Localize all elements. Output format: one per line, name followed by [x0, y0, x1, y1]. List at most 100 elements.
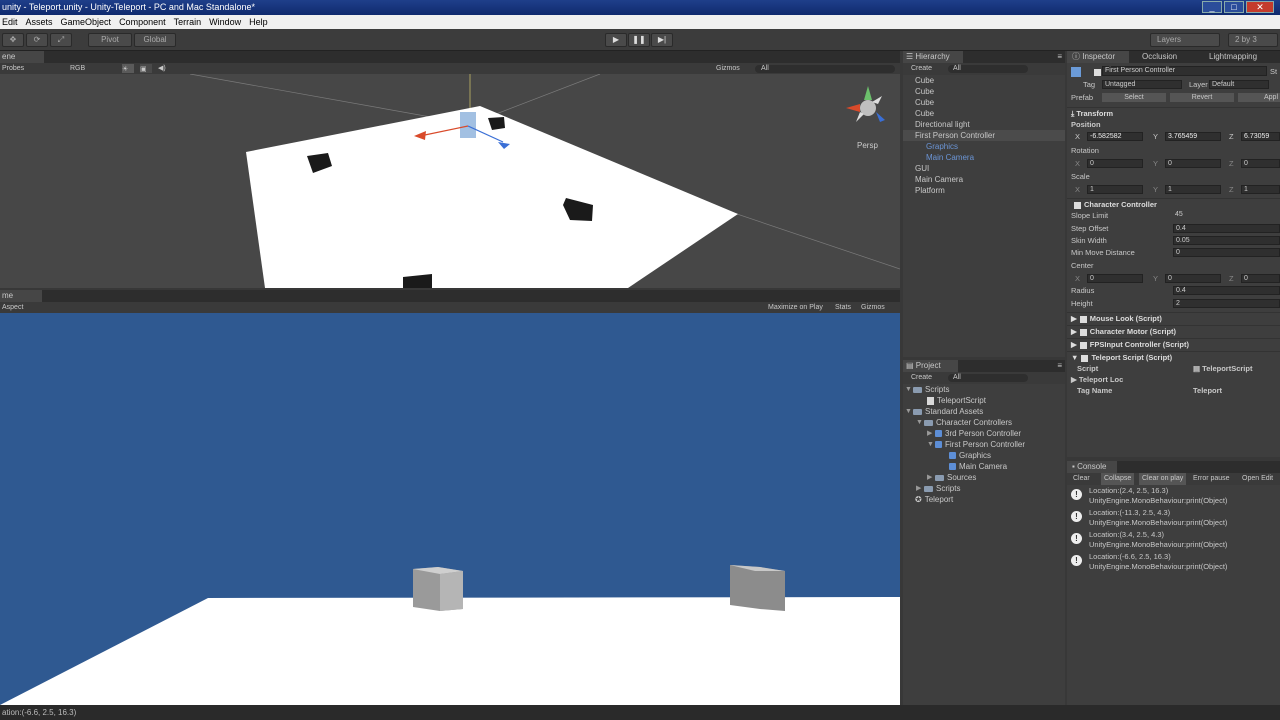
menu-component[interactable]: Component	[117, 15, 172, 29]
scene-viewport[interactable]: Persp	[0, 74, 900, 288]
move-tool-button[interactable]: ✥	[2, 33, 24, 47]
hierarchy-item[interactable]: Main Camera	[903, 152, 1065, 163]
game-viewport[interactable]	[0, 313, 900, 705]
project-item[interactable]: TeleportScript	[903, 395, 1065, 406]
hierarchy-item[interactable]: Main Camera	[903, 174, 1065, 185]
hierarchy-item-selected[interactable]: First Person Controller	[903, 130, 1065, 141]
tag-name-field[interactable]: Teleport	[1193, 385, 1222, 396]
tab-occlusion[interactable]: Occlusion	[1142, 51, 1177, 63]
layout-dropdown[interactable]: 2 by 3	[1228, 33, 1278, 47]
transform-header[interactable]: ⤓ Transform	[1067, 107, 1280, 119]
project-item[interactable]: ▼ Scripts	[903, 384, 1065, 395]
scale-z-field[interactable]: 1	[1241, 185, 1280, 194]
fpsinput-controller-header[interactable]: ▶ FPSInput Controller (Script)	[1067, 338, 1280, 350]
project-item[interactable]: Graphics	[903, 450, 1065, 461]
maximize-button[interactable]: □	[1224, 1, 1244, 13]
tag-dropdown[interactable]: Untagged	[1102, 80, 1182, 89]
tab-game[interactable]: me	[0, 290, 42, 302]
component-checkbox[interactable]	[1079, 341, 1087, 349]
rotation-y-field[interactable]: 0	[1165, 159, 1221, 168]
menu-help[interactable]: Help	[247, 15, 274, 29]
active-checkbox[interactable]	[1094, 68, 1101, 76]
console-clear-on-play-button[interactable]: Clear on play	[1139, 473, 1187, 485]
tab-project[interactable]: ▤ Project	[903, 360, 958, 372]
tab-inspector[interactable]: ⓘ Inspector	[1067, 51, 1129, 63]
hierarchy-item[interactable]: GUI	[903, 163, 1065, 174]
tab-lightmapping[interactable]: Lightmapping	[1209, 51, 1257, 63]
render-mode-dropdown[interactable]: RGB	[70, 63, 85, 74]
skin-width-field[interactable]: 0.05	[1173, 236, 1280, 245]
position-y-field[interactable]: 3.765459	[1165, 132, 1221, 141]
scene-lighting-toggle[interactable]: ☀	[122, 64, 134, 73]
menu-window[interactable]: Window	[207, 15, 247, 29]
center-z-field[interactable]: 0	[1241, 274, 1280, 283]
panel-menu-icon[interactable]: ≡	[1057, 361, 1062, 370]
rotation-z-field[interactable]: 0	[1241, 159, 1280, 168]
project-item[interactable]: ▶ Scripts	[903, 483, 1065, 494]
position-z-field[interactable]: 6.73059	[1241, 132, 1280, 141]
rotation-x-field[interactable]: 0	[1087, 159, 1143, 168]
prefab-apply-button[interactable]: Appl	[1238, 93, 1280, 102]
height-field[interactable]: 2	[1173, 299, 1280, 308]
console-error-pause-button[interactable]: Error pause	[1193, 473, 1230, 485]
step-button[interactable]: ▶|	[651, 33, 673, 47]
global-toggle[interactable]: Global	[134, 33, 176, 47]
hierarchy-item[interactable]: Graphics	[903, 141, 1065, 152]
console-collapse-button[interactable]: Collapse	[1101, 473, 1135, 485]
object-name-field[interactable]: First Person Controller	[1102, 66, 1267, 76]
console-clear-button[interactable]: Clear	[1073, 473, 1090, 485]
console-entry[interactable]: ! Location:(2.4, 2.5, 16.3) UnityEngine.M…	[1067, 485, 1280, 507]
project-item[interactable]: Main Camera	[903, 461, 1065, 472]
scale-x-field[interactable]: 1	[1087, 185, 1143, 194]
component-checkbox[interactable]	[1079, 328, 1087, 336]
close-button[interactable]: ✕	[1246, 1, 1274, 13]
center-x-field[interactable]: 0	[1087, 274, 1143, 283]
character-motor-header[interactable]: ▶ Character Motor (Script)	[1067, 325, 1280, 337]
radius-field[interactable]: 0.4	[1173, 286, 1280, 295]
project-item[interactable]: ▶ Sources	[903, 472, 1065, 483]
character-controller-header[interactable]: Character Controller	[1067, 198, 1280, 210]
menu-edit[interactable]: Edit	[0, 15, 24, 29]
minimize-button[interactable]: _	[1202, 1, 1222, 13]
project-search-input[interactable]: All	[947, 374, 1028, 382]
center-y-field[interactable]: 0	[1165, 274, 1221, 283]
prefab-select-button[interactable]: Select	[1102, 93, 1166, 102]
static-toggle[interactable]: St	[1270, 67, 1277, 76]
panel-menu-icon[interactable]: ≡	[1057, 52, 1062, 61]
component-checkbox[interactable]	[1074, 201, 1081, 209]
scale-y-field[interactable]: 1	[1165, 185, 1221, 194]
hierarchy-search-input[interactable]: All	[947, 65, 1028, 73]
tab-scene[interactable]: ene	[0, 51, 44, 63]
hierarchy-item[interactable]: Directional light	[903, 119, 1065, 130]
hierarchy-item[interactable]: Cube	[903, 97, 1065, 108]
console-open-editor-button[interactable]: Open Edit	[1242, 473, 1273, 485]
step-offset-field[interactable]: 0.4	[1173, 224, 1280, 233]
console-entry[interactable]: ! Location:(-6.6, 2.5, 16.3) UnityEngine.…	[1067, 551, 1280, 573]
menu-terrain[interactable]: Terrain	[172, 15, 208, 29]
play-button[interactable]: ▶	[605, 33, 627, 47]
project-item[interactable]: ▼ First Person Controller	[903, 439, 1065, 450]
mouse-look-header[interactable]: ▶ Mouse Look (Script)	[1067, 312, 1280, 324]
prefab-revert-button[interactable]: Revert	[1170, 93, 1234, 102]
project-item[interactable]: ▼ Standard Assets	[903, 406, 1065, 417]
scene-gizmos-dropdown[interactable]: Gizmos	[716, 63, 740, 74]
hierarchy-item[interactable]: Cube	[903, 108, 1065, 119]
project-create-dropdown[interactable]: Create	[911, 374, 932, 381]
layer-dropdown[interactable]: Default	[1209, 80, 1269, 89]
menu-assets[interactable]: Assets	[24, 15, 59, 29]
status-bar[interactable]: ation:(-6.6, 2.5, 16.3)	[0, 705, 1280, 720]
hierarchy-create-dropdown[interactable]: Create	[911, 65, 932, 72]
console-entry[interactable]: ! Location:(3.4, 2.5, 4.3) UnityEngine.Mo…	[1067, 529, 1280, 551]
hierarchy-item[interactable]: Platform	[903, 185, 1065, 196]
project-item[interactable]: ▼ Character Controllers	[903, 417, 1065, 428]
console-entry[interactable]: ! Location:(-11.3, 2.5, 4.3) UnityEngine.…	[1067, 507, 1280, 529]
pivot-toggle[interactable]: Pivot	[88, 33, 132, 47]
script-field[interactable]: ▤ TeleportScript	[1193, 363, 1252, 374]
scale-tool-button[interactable]: ⤢	[50, 33, 72, 47]
component-checkbox[interactable]	[1081, 354, 1089, 362]
rotate-tool-button[interactable]: ⟳	[26, 33, 48, 47]
layers-dropdown[interactable]: Layers	[1150, 33, 1220, 47]
game-gizmos-toggle[interactable]: Gizmos	[861, 302, 885, 313]
tab-hierarchy[interactable]: ☰ Hierarchy	[903, 51, 963, 63]
draw-mode-dropdown[interactable]: Probes	[2, 63, 24, 74]
